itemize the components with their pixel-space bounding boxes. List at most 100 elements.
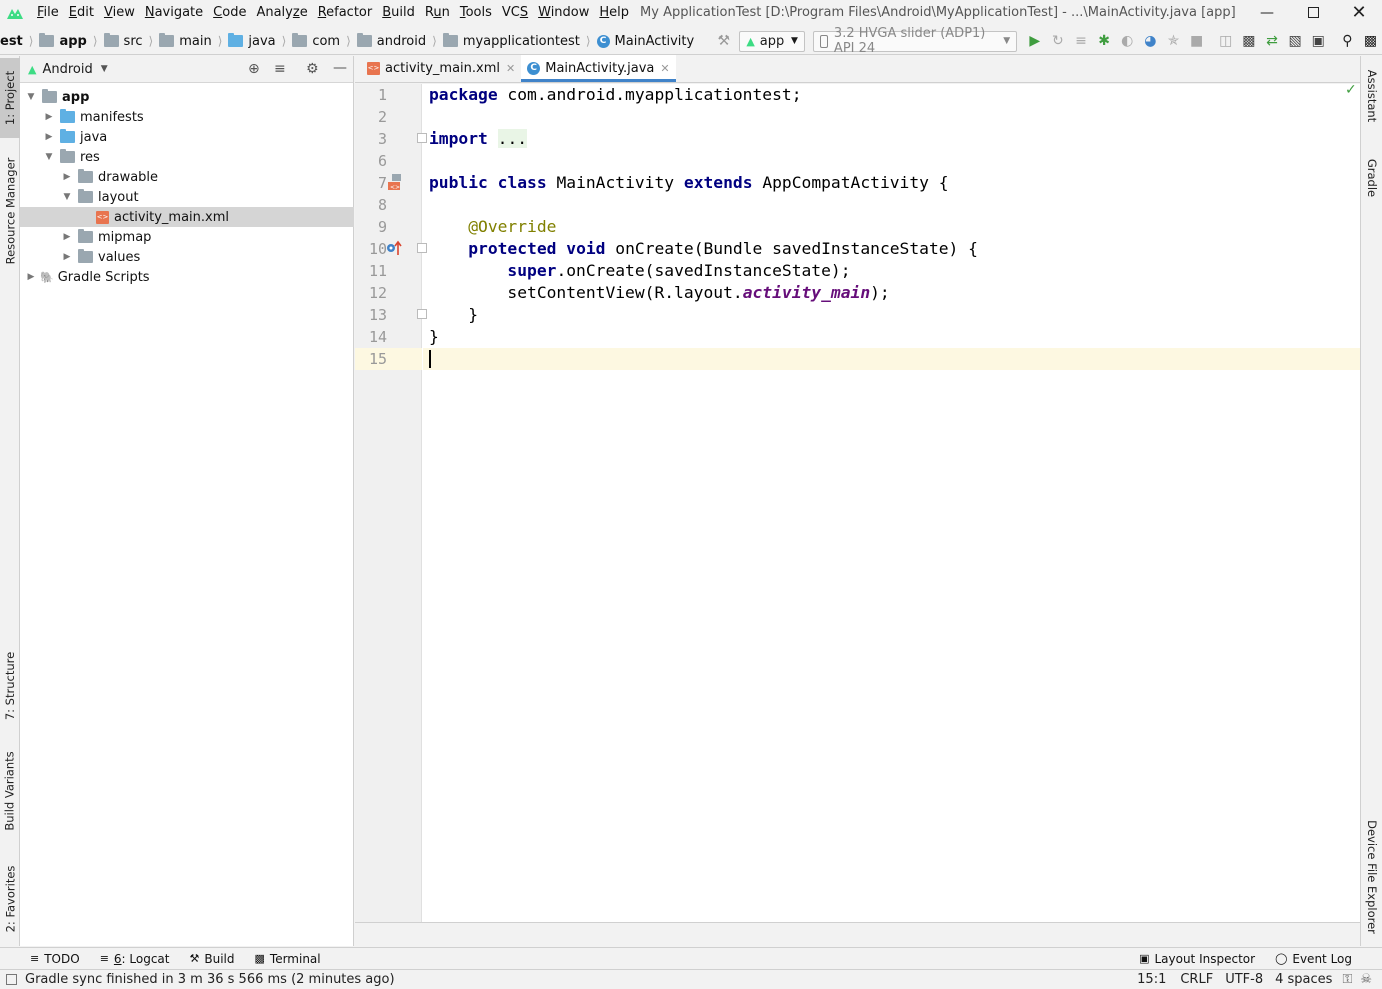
assistant-tool-tab[interactable]: Assistant — [1361, 60, 1382, 132]
breadcrumb-project[interactable]: est ⟩ — [0, 28, 37, 55]
menu-item[interactable]: File — [32, 0, 64, 25]
project-tool-tab[interactable]: 1: Project — [0, 58, 20, 138]
tree-item[interactable]: ▶ values — [20, 247, 354, 267]
menu-item[interactable]: View — [99, 0, 140, 25]
fold-icon[interactable] — [417, 243, 427, 253]
event-log-tool-tab[interactable]: ◯ Event Log — [1265, 952, 1362, 966]
tree-item[interactable]: ▼ res — [20, 147, 354, 167]
apply-changes-icon[interactable]: ↻ — [1046, 28, 1069, 55]
indent-setting[interactable]: 4 spaces — [1275, 972, 1332, 987]
debug-icon[interactable]: ✱ — [1093, 28, 1116, 55]
code-editor[interactable]: 1 2 3 6 7 8 9 10 11 12 13 14 15 <> packa… — [355, 82, 1360, 922]
collapse-arrow-icon[interactable]: ▼ — [60, 192, 74, 202]
breadcrumb-java[interactable]: java ⟩ — [226, 28, 290, 55]
maximize-button[interactable] — [1290, 0, 1336, 25]
inspection-ok-icon[interactable]: ✓ — [1345, 82, 1357, 98]
toggle-tool-windows-icon[interactable] — [6, 974, 17, 985]
device-file-explorer-tool-tab[interactable]: Device File Explorer — [1361, 816, 1382, 938]
line-separator[interactable]: CRLF — [1180, 972, 1213, 987]
breadcrumb-main[interactable]: main ⟩ — [157, 28, 226, 55]
expand-arrow-icon[interactable]: ▶ — [60, 232, 74, 242]
breadcrumb-android[interactable]: android ⟩ — [355, 28, 441, 55]
tree-item[interactable]: ▶ manifests — [20, 107, 354, 127]
structure-tool-tab[interactable]: 7: Structure — [0, 641, 20, 731]
file-encoding[interactable]: UTF-8 — [1225, 972, 1263, 987]
search-icon[interactable]: ⚲ — [1336, 28, 1359, 55]
layout-inspector-tool-tab[interactable]: ▣ Layout Inspector — [1129, 952, 1265, 966]
tree-item[interactable]: <> activity_main.xml — [20, 207, 354, 227]
sdk-manager-icon[interactable]: ▣ — [1307, 28, 1330, 55]
avd-manager-icon[interactable]: ▩ — [1237, 28, 1260, 55]
related-layout-icon[interactable]: <> — [386, 173, 404, 191]
attach-process-icon[interactable]: ✯ — [1162, 28, 1185, 55]
lock-icon[interactable]: ⚿ — [1342, 972, 1352, 987]
minimize-button[interactable]: — — [1244, 0, 1290, 25]
breadcrumb-app[interactable]: app ⟩ — [37, 28, 101, 55]
terminal-tool-tab[interactable]: ▩ Terminal — [245, 952, 331, 966]
menu-item[interactable]: Code — [208, 0, 251, 25]
profile-icon[interactable]: ◐ — [1116, 28, 1139, 55]
collapse-arrow-icon[interactable]: ▼ — [42, 152, 56, 162]
gradle-sync-icon[interactable]: ⇄ — [1260, 28, 1283, 55]
gear-icon[interactable]: ⚙ — [306, 61, 319, 77]
collapse-all-icon[interactable]: ≡ — [274, 61, 286, 77]
apply-code-changes-icon[interactable]: ≡ — [1069, 28, 1092, 55]
breadcrumb-com[interactable]: com ⟩ — [290, 28, 354, 55]
menu-item[interactable]: Analyze — [251, 0, 312, 25]
resource-manager-tool-tab[interactable]: Resource Manager — [0, 148, 20, 273]
attach-debugger-icon[interactable]: ◕ — [1139, 28, 1162, 55]
fold-icon[interactable] — [417, 133, 427, 143]
locate-icon[interactable]: ⊕ — [248, 61, 260, 77]
logcat-tool-tab[interactable]: ≡ 6: Logcat — [90, 952, 180, 966]
expand-arrow-icon[interactable]: ▶ — [42, 132, 56, 142]
hammer-build-icon[interactable]: ⚒ — [712, 28, 735, 55]
menu-item[interactable]: Run — [420, 0, 455, 25]
menu-item[interactable]: Refactor — [313, 0, 378, 25]
device-selector[interactable]: 3.2 HVGA slider (ADP1) API 24 ▼ — [812, 26, 1018, 56]
tree-item[interactable]: ▼ app — [20, 87, 354, 107]
close-icon[interactable]: ✕ — [660, 62, 669, 75]
close-icon[interactable]: ✕ — [506, 62, 515, 75]
folded-imports[interactable]: ... — [497, 129, 528, 148]
settings-icon[interactable]: ▩ — [1359, 28, 1382, 55]
breadcrumb-mainactivity[interactable]: C MainActivity — [595, 28, 699, 55]
caret-position[interactable]: 15:1 — [1137, 972, 1166, 987]
run-icon[interactable]: ▶ — [1023, 28, 1046, 55]
tree-item[interactable]: ▶ java — [20, 127, 354, 147]
breadcrumb-myapplicationtest[interactable]: myapplicationtest ⟩ — [441, 28, 595, 55]
stop-icon[interactable]: ■ — [1185, 28, 1208, 55]
inspector-icon[interactable]: ☠ — [1360, 972, 1372, 987]
tab-mainactivity-java[interactable]: C MainActivity.java ✕ — [521, 55, 677, 82]
status-message[interactable]: Gradle sync finished in 3 m 36 s 566 ms … — [25, 972, 395, 987]
build-variants-tool-tab[interactable]: Build Variants — [0, 741, 20, 841]
expand-arrow-icon[interactable]: ▶ — [42, 112, 56, 122]
menu-item[interactable]: Tools — [455, 0, 497, 25]
sync-project-icon[interactable]: ◫ — [1214, 28, 1237, 55]
menu-item[interactable]: Build — [377, 0, 420, 25]
tree-item[interactable]: ▶ drawable — [20, 167, 354, 187]
chevron-down-icon[interactable]: ▼ — [101, 64, 108, 74]
tree-item[interactable]: ▼ layout — [20, 187, 354, 207]
menu-item[interactable]: Navigate — [140, 0, 208, 25]
run-config-selector[interactable]: ▲ app ▼ — [739, 30, 805, 52]
expand-arrow-icon[interactable]: ▶ — [60, 252, 74, 262]
collapse-arrow-icon[interactable]: ▼ — [24, 92, 38, 102]
device-manager-icon[interactable]: ▧ — [1284, 28, 1307, 55]
view-mode-selector[interactable]: Android — [42, 62, 92, 77]
expand-arrow-icon[interactable]: ▶ — [24, 272, 38, 282]
close-window-button[interactable]: ✕ — [1336, 0, 1382, 25]
hide-panel-icon[interactable]: — — [333, 60, 347, 76]
gradle-tool-tab[interactable]: Gradle — [1361, 148, 1382, 208]
menu-item[interactable]: VCS — [497, 0, 533, 25]
menu-item[interactable]: Window — [533, 0, 594, 25]
override-method-icon[interactable] — [385, 239, 405, 259]
build-tool-tab[interactable]: ⚒ Build — [180, 952, 245, 966]
fold-icon[interactable] — [417, 309, 427, 319]
favorites-tool-tab[interactable]: 2: Favorites — [0, 856, 20, 941]
tab-activity-main-xml[interactable]: <> activity_main.xml ✕ — [361, 55, 521, 82]
menu-item[interactable]: Help — [594, 0, 634, 25]
menu-item[interactable]: Edit — [64, 0, 99, 25]
breadcrumb-src[interactable]: src ⟩ — [102, 28, 158, 55]
todo-tool-tab[interactable]: ≡ TODO — [20, 952, 90, 966]
tree-item[interactable]: ▶ mipmap — [20, 227, 354, 247]
